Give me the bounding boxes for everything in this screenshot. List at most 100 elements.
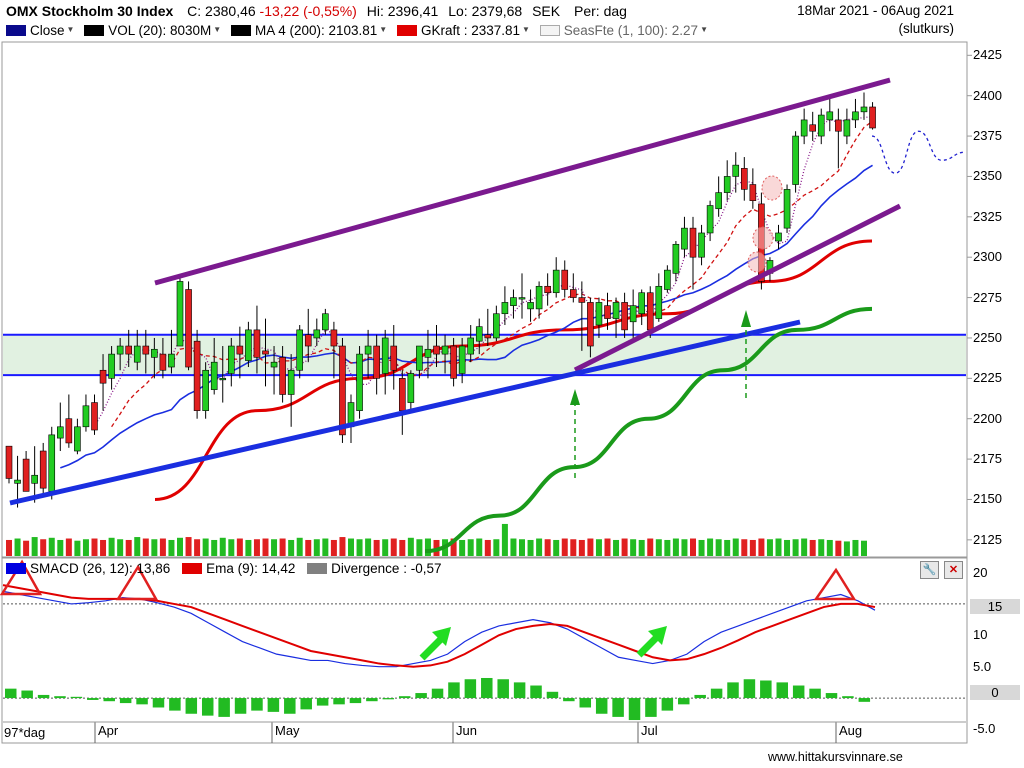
macd-tick-label: 20 [973,564,988,580]
volume-bar [57,539,64,556]
macd-tick-label: -5.0 [973,721,996,737]
divergence-bar [136,698,148,705]
volume-bar [484,539,491,556]
legend-gkraft[interactable]: GKraft : 2337.81 ▼ [396,23,530,38]
volume-bar [732,538,739,556]
divergence-bar [119,698,132,704]
candle-body [287,369,295,395]
legend-ma[interactable]: MA 4 (200): 2103.81 ▼ [230,23,387,38]
volume-bar [168,539,175,556]
volume-bar [253,539,260,556]
volume-bar [775,538,782,556]
period-tag: 97*dag [4,725,46,740]
volume-bar [843,541,850,556]
legend-seasonal[interactable]: SeasFte (1, 100): 2.27 ▼ [539,23,708,38]
volume-bar [117,539,124,556]
wrench-icon[interactable]: 🔧 [920,561,939,579]
divergence-bar [201,698,214,716]
close-label: C: [187,3,202,19]
volume-bar [672,538,679,556]
candle-body [800,119,808,137]
month-label: May [275,723,300,738]
price-tick-label: 2275 [973,289,1002,305]
divergence-bar [366,698,378,702]
close-icon[interactable]: ✕ [944,561,963,579]
volume-bar [852,539,859,556]
divergence-bar [349,698,362,704]
candle-body [843,119,851,137]
volume-bar [766,539,773,556]
divergence-bar [530,685,542,699]
volume-bar [373,539,380,556]
candle-body [142,345,150,355]
candle-body [638,292,646,315]
divergence-bar [694,694,706,699]
volume-bar [48,537,55,556]
macd-tick-label: 10 [973,627,988,643]
candle-body [5,445,13,479]
volume-bar [211,539,218,556]
price-tick-label: 2350 [973,168,1002,184]
candle-body [31,474,38,484]
period-label: Per: [574,3,600,19]
color-swatch [6,563,26,574]
divergence-bar [776,682,788,699]
candle-body [99,369,107,384]
candle-body [835,119,842,132]
divergence-bar [727,682,739,699]
instrument-title: OMX Stockholm 30 Index [6,3,174,19]
volume-bar [134,537,141,556]
candle-body [826,111,834,121]
candle-body [322,313,329,331]
volume-bar [228,539,235,556]
divergence-bar [464,679,477,699]
legend-volume[interactable]: VOL (20): 8030M ▼ [84,23,221,38]
color-swatch [539,25,560,36]
volume-bar [390,538,397,556]
color-swatch [307,563,328,574]
candle-body [655,285,663,319]
volume-bar [23,540,30,556]
volume-bar [288,539,295,556]
volume-bar [553,539,560,556]
candle-body [56,426,64,439]
price-tick-label: 2425 [973,47,1002,63]
candle-body [578,297,586,303]
candle-body [125,345,132,355]
candle-body [749,184,757,201]
candle-body [860,106,868,113]
candle-body [775,232,782,242]
highlight-circle-1 [761,175,783,201]
low-value: 2379,68 [471,3,523,19]
volume-bar [365,538,372,556]
candle-body [330,329,338,347]
volume-bar [91,538,98,556]
volume-bar [313,539,320,556]
legend-close[interactable]: Close ▼ [6,23,74,38]
legend: Close ▼ VOL (20): 8030M ▼ MA 4 (200): 2103… [6,23,714,40]
candle-body [151,348,158,358]
divergence-label: Divergence : -0,57 [331,561,442,576]
volume-bar [690,538,696,556]
volume-bar [159,538,166,556]
volume-bar [570,539,577,556]
volume-bar [715,539,722,556]
chevron-down-icon: ▼ [213,25,222,34]
volume-bar [801,538,808,556]
volume-bar [835,540,842,556]
volume-bar [31,537,38,556]
volume-bar [698,539,705,556]
candle-body [398,378,406,411]
month-label: Jul [641,723,658,738]
candle-body [792,135,799,185]
divergence-bar [678,698,690,705]
divergence-bar [382,698,395,700]
divergence-bar [284,698,296,714]
change-value: -13,22 (-0,55%) [259,3,357,19]
period-value: dag [603,3,627,19]
volume-bar [724,539,731,556]
chevron-down-icon: ▼ [66,25,75,34]
volume-bar [424,538,431,556]
candle-body [279,357,286,395]
candle-body [176,281,184,347]
